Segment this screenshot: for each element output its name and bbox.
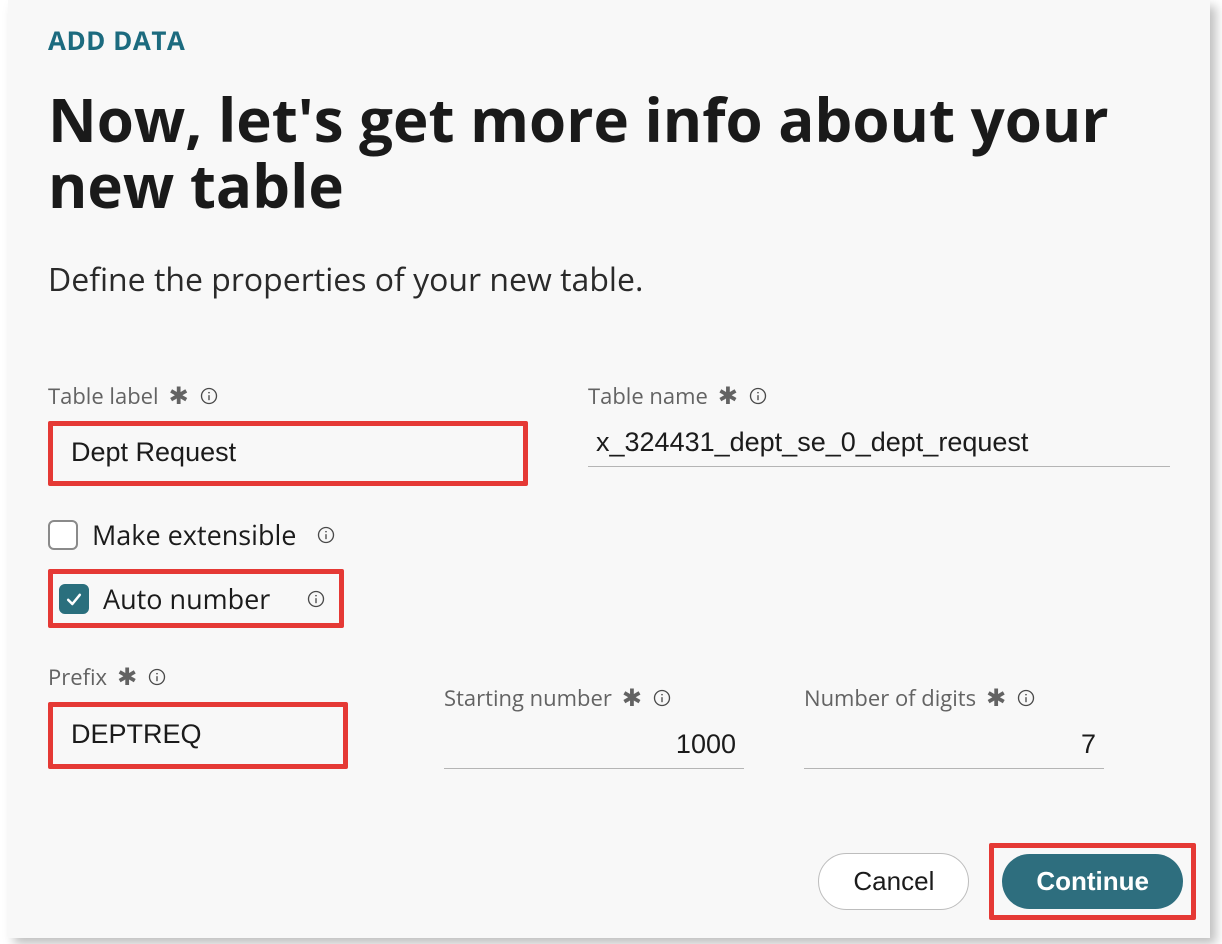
table-label-input[interactable] xyxy=(63,431,513,476)
row-auto-number: Auto number xyxy=(48,569,1170,628)
number-of-digits-input[interactable] xyxy=(804,723,1104,769)
info-icon[interactable] xyxy=(748,386,768,406)
highlight-prefix xyxy=(48,702,348,769)
field-number-of-digits: Number of digits ✱ xyxy=(804,683,1104,769)
info-icon[interactable] xyxy=(652,688,672,708)
label-table-name: Table name xyxy=(588,381,708,411)
label-row-prefix: Prefix ✱ xyxy=(48,662,384,692)
label-starting-number: Starting number xyxy=(444,683,612,713)
auto-number-checkbox[interactable] xyxy=(59,584,89,614)
page-heading: Now, let's get more info about your new … xyxy=(48,86,1170,218)
required-icon: ✱ xyxy=(169,384,189,408)
highlight-continue: Continue xyxy=(989,843,1196,920)
prefix-input[interactable] xyxy=(63,713,333,758)
highlight-auto-number: Auto number xyxy=(48,569,344,628)
starting-number-input[interactable] xyxy=(444,723,744,769)
continue-button[interactable]: Continue xyxy=(1002,854,1183,909)
row-auto-number-fields: Prefix ✱ Starting number ✱ Num xyxy=(48,662,1170,769)
required-icon: ✱ xyxy=(117,665,137,689)
info-icon[interactable] xyxy=(306,589,326,609)
required-icon: ✱ xyxy=(622,686,642,710)
label-prefix: Prefix xyxy=(48,662,107,692)
table-name-input[interactable] xyxy=(588,421,1170,467)
info-icon[interactable] xyxy=(1016,688,1036,708)
button-row: Cancel Continue xyxy=(818,843,1196,920)
label-auto-number: Auto number xyxy=(103,580,270,617)
cancel-button[interactable]: Cancel xyxy=(818,853,969,910)
field-table-label: Table label ✱ xyxy=(48,381,528,486)
row-table-label-name: Table label ✱ Table name ✱ xyxy=(48,381,1170,486)
label-row-starting-number: Starting number ✱ xyxy=(444,683,744,713)
add-data-panel: ADD DATA Now, let's get more info about … xyxy=(8,0,1210,938)
info-icon[interactable] xyxy=(147,667,167,687)
required-icon: ✱ xyxy=(718,384,738,408)
label-make-extensible: Make extensible xyxy=(92,516,296,553)
row-make-extensible: Make extensible xyxy=(48,516,1170,553)
highlight-table-label xyxy=(48,421,528,486)
field-prefix: Prefix ✱ xyxy=(48,662,384,769)
label-table-label: Table label xyxy=(48,381,159,411)
section-label: ADD DATA xyxy=(48,22,1170,58)
info-icon[interactable] xyxy=(316,525,336,545)
field-table-name: Table name ✱ xyxy=(588,381,1170,486)
label-row-table-label: Table label ✱ xyxy=(48,381,528,411)
label-row-table-name: Table name ✱ xyxy=(588,381,1170,411)
page-subheading: Define the properties of your new table. xyxy=(48,258,1170,301)
label-row-number-of-digits: Number of digits ✱ xyxy=(804,683,1104,713)
make-extensible-checkbox[interactable] xyxy=(48,520,78,550)
info-icon[interactable] xyxy=(199,386,219,406)
required-icon: ✱ xyxy=(986,686,1006,710)
label-number-of-digits: Number of digits xyxy=(804,683,976,713)
field-starting-number: Starting number ✱ xyxy=(444,683,744,769)
